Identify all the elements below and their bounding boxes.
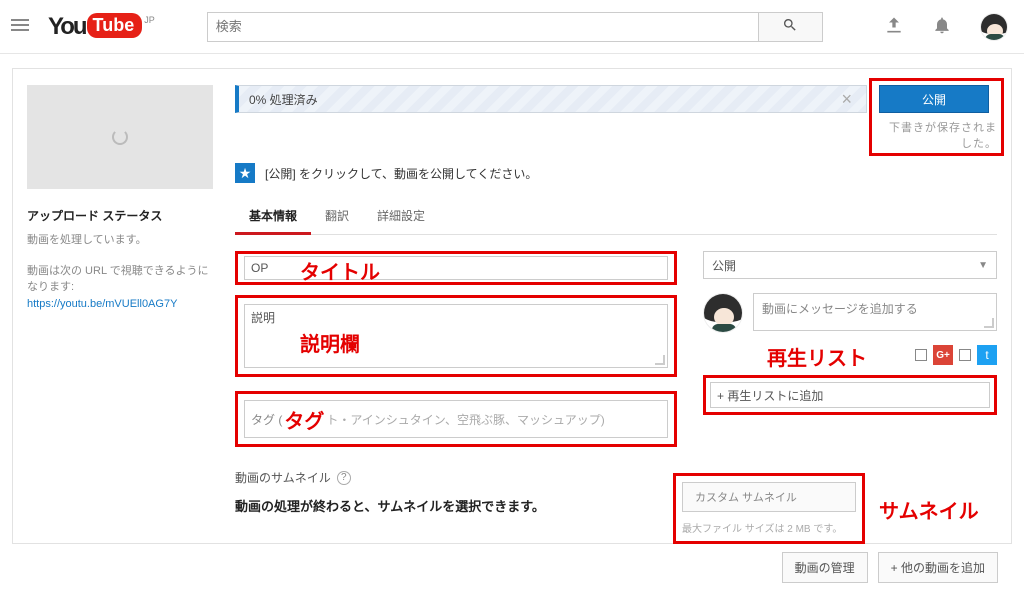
search-icon xyxy=(782,17,798,33)
add-more-videos-button[interactable]: + 他の動画を追加 xyxy=(878,552,998,583)
upload-icon[interactable] xyxy=(884,15,904,38)
progress-text: 0% 処理済み xyxy=(249,91,318,108)
annotation-playlist: 再生リスト xyxy=(767,342,867,371)
manage-videos-button[interactable]: 動画の管理 xyxy=(782,552,868,583)
privacy-select[interactable]: 公開 ▼ xyxy=(703,251,997,279)
search-button[interactable] xyxy=(759,12,823,42)
tab-basic-info[interactable]: 基本情報 xyxy=(235,197,311,235)
draft-saved-text: 下書きが保存されました。 xyxy=(879,119,997,151)
annotation-title: タイトル xyxy=(300,256,380,285)
publish-button[interactable]: 公開 xyxy=(879,85,989,113)
chevron-down-icon: ▼ xyxy=(978,260,988,271)
logo-tube: Tube xyxy=(87,13,143,38)
thumbnail-size-note: 最大ファイル サイズは 2 MB です。 xyxy=(682,520,856,535)
notifications-icon[interactable] xyxy=(932,15,952,38)
title-field-wrap: OP タイトル xyxy=(235,251,677,285)
twitter-checkbox[interactable] xyxy=(959,349,971,361)
video-preview xyxy=(27,85,213,189)
upload-status-heading: アップロード ステータス xyxy=(27,207,213,224)
hamburger-icon[interactable] xyxy=(8,13,48,40)
video-url-link[interactable]: https://youtu.be/mVUEll0AG7Y xyxy=(27,298,177,310)
share-message-input[interactable]: 動画にメッセージを追加する xyxy=(753,293,997,331)
info-star-icon: ★ xyxy=(235,163,255,183)
publish-notice: [公開] をクリックして、動画を公開してください。 xyxy=(265,165,537,182)
upload-progress-bar: 0% 処理済み × xyxy=(235,85,867,113)
annotation-description: 説明欄 xyxy=(300,328,360,357)
gplus-icon: G+ xyxy=(933,345,953,365)
message-avatar xyxy=(703,293,743,333)
loading-spinner-icon xyxy=(112,129,128,145)
upload-status-message: 動画を処理しています。 xyxy=(27,232,213,249)
cancel-upload-icon[interactable]: × xyxy=(833,89,860,110)
user-avatar[interactable] xyxy=(980,13,1008,41)
twitter-icon: t xyxy=(977,345,997,365)
thumbnails-heading: 動画のサムネイル xyxy=(235,469,331,486)
tags-input[interactable]: タグ ( タグ ト・アインシュタイン、空飛ぶ豚、マッシュアップ) xyxy=(244,400,668,438)
youtube-logo[interactable]: You Tube JP xyxy=(48,13,155,41)
video-url-block: 動画は次の URL で視聴できるようになります: https://youtu.b… xyxy=(27,263,213,313)
logo-you: You xyxy=(48,13,86,41)
search-input[interactable] xyxy=(207,12,759,42)
tags-field-wrap: タグ ( タグ ト・アインシュタイン、空飛ぶ豚、マッシュアップ) xyxy=(235,391,677,447)
thumbnails-message: 動画の処理が終わると、サムネイルを選択できます。 xyxy=(235,496,677,515)
help-icon[interactable]: ? xyxy=(337,471,351,485)
annotation-tags: タグ xyxy=(284,405,324,434)
description-field-wrap: 説明 説明欄 xyxy=(235,295,677,377)
tab-advanced[interactable]: 詳細設定 xyxy=(363,197,439,234)
tab-translation[interactable]: 翻訳 xyxy=(311,197,363,234)
gplus-checkbox[interactable] xyxy=(915,349,927,361)
logo-locale: JP xyxy=(144,15,155,25)
add-to-playlist-button[interactable]: + 再生リストに追加 xyxy=(710,382,990,408)
